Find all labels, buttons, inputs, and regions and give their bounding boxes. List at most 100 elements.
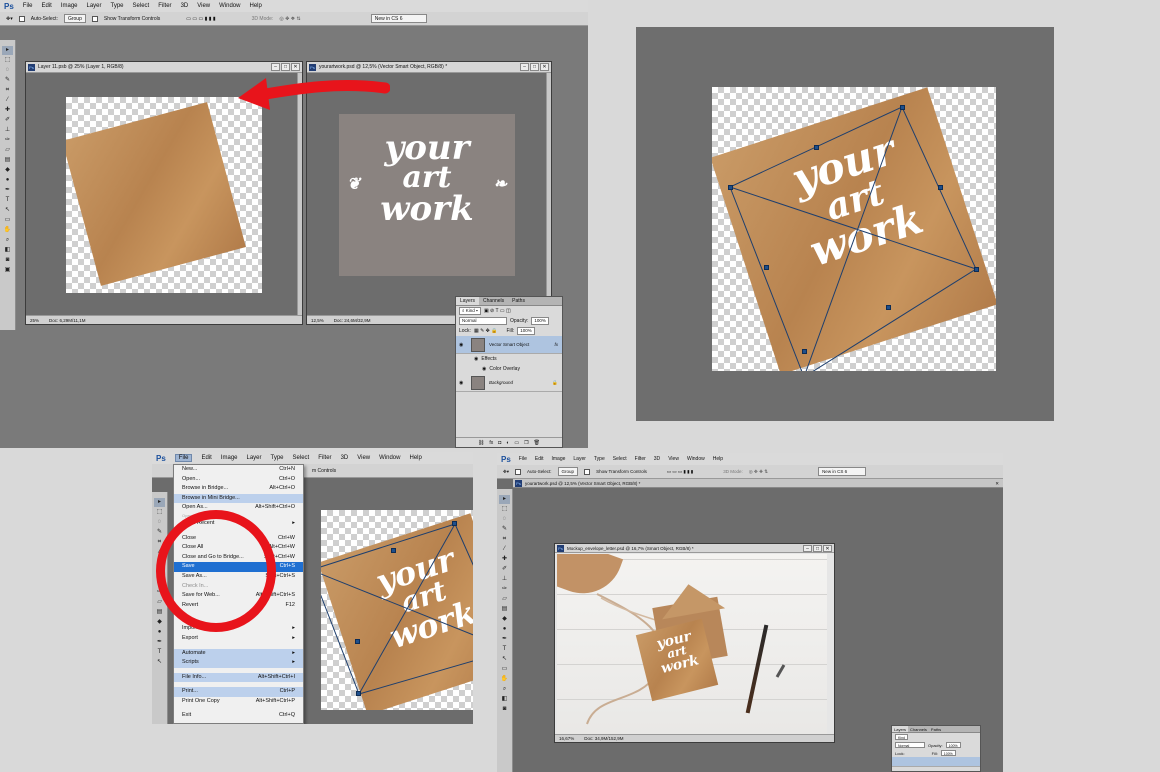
close-button[interactable]: ✕ <box>823 545 832 552</box>
menu-window[interactable]: Window <box>687 456 705 462</box>
type-tool[interactable]: T <box>154 648 165 657</box>
doc-size[interactable]: Doc: 24,6M/32,9M <box>334 316 371 324</box>
minimize-button[interactable]: – <box>803 545 812 552</box>
transform-handle[interactable] <box>814 145 819 150</box>
marquee-tool[interactable]: ⬚ <box>2 56 13 65</box>
crop-tool[interactable]: ⌗ <box>499 535 510 544</box>
eyedropper-tool[interactable]: ⁄ <box>2 96 13 105</box>
move-tool-icon[interactable]: ✥▾ <box>6 16 13 22</box>
brush-tool[interactable]: ✐ <box>2 116 13 125</box>
opacity-input[interactable]: 100% <box>531 317 549 325</box>
tab-channels[interactable]: Channels <box>479 297 508 305</box>
history-brush-tool[interactable]: ✑ <box>2 136 13 145</box>
move-tool[interactable]: ▸ <box>154 498 165 507</box>
history-brush-tool[interactable]: ✑ <box>499 585 510 594</box>
menu-image[interactable]: Image <box>61 3 78 9</box>
menu-item-print[interactable]: Print... Ctrl+P <box>174 687 303 697</box>
menu-3d[interactable]: 3D <box>654 456 660 462</box>
zoom-level[interactable]: 25% <box>30 316 39 324</box>
gradient-tool[interactable]: ▤ <box>499 605 510 614</box>
menu-file[interactable]: File <box>174 454 193 462</box>
blur-tool[interactable]: ◆ <box>154 618 165 627</box>
menu-window[interactable]: Window <box>379 455 400 461</box>
quick-mask-tool[interactable]: ◙ <box>2 256 13 265</box>
menu-3d[interactable]: 3D <box>341 455 349 461</box>
link-icon[interactable]: ⛓ <box>478 438 484 447</box>
canvas[interactable] <box>66 97 262 293</box>
show-transform-checkbox[interactable] <box>584 468 591 475</box>
canvas[interactable]: your art work <box>321 510 473 710</box>
eraser-tool[interactable]: ▱ <box>499 595 510 604</box>
color-swatches[interactable]: ◧ <box>499 695 510 704</box>
transform-handle[interactable] <box>391 548 396 553</box>
kind-filter[interactable]: ⌕ Kind ▾ <box>459 307 481 315</box>
menu-type[interactable]: Type <box>271 455 284 461</box>
menu-type[interactable]: Type <box>111 3 124 9</box>
menu-view[interactable]: View <box>197 3 210 9</box>
menu-item-exit[interactable]: Exit Ctrl+Q <box>174 711 303 721</box>
path-select-tool[interactable]: ↖ <box>499 655 510 664</box>
transform-handle[interactable] <box>728 185 733 190</box>
pen-tool[interactable]: ✒ <box>154 638 165 647</box>
canvas[interactable]: your art work <box>712 87 996 371</box>
transform-handle[interactable] <box>355 639 360 644</box>
layer-row[interactable] <box>892 757 980 767</box>
transform-handle[interactable] <box>356 691 361 696</box>
menu-edit[interactable]: Edit <box>535 456 544 462</box>
menu-item-file-info[interactable]: File Info... Alt+Shift+Ctrl+I <box>174 672 303 683</box>
menu-help[interactable]: Help <box>409 455 421 461</box>
artwork-canvas[interactable]: your art work ❦ ❧ <box>339 114 515 276</box>
menu-item-open[interactable]: Open... Ctrl+O <box>174 475 303 485</box>
blend-mode-select[interactable]: Normal <box>895 742 925 748</box>
menu-filter[interactable]: Filter <box>318 455 331 461</box>
blur-tool[interactable]: ◆ <box>499 615 510 624</box>
transform-handle[interactable] <box>802 349 807 354</box>
gradient-tool[interactable]: ▤ <box>154 608 165 617</box>
align-icons[interactable]: ▭ ▭ ▭ ▮ ▮ ▮ <box>667 469 693 475</box>
lock-icons[interactable]: ▦ ✎ ✥ 🔒 <box>474 328 498 334</box>
eye-icon[interactable]: ◉ <box>459 380 467 386</box>
menu-file[interactable]: File <box>23 3 33 9</box>
eye-icon[interactable]: ◉ <box>482 366 486 372</box>
menu-view[interactable]: View <box>357 455 370 461</box>
menu-select[interactable]: Select <box>133 3 150 9</box>
trash-icon[interactable]: 🗑 <box>534 438 540 447</box>
menu-item-export[interactable]: Export ▸ <box>174 634 303 644</box>
effects-row[interactable]: ◉ Effects <box>456 354 562 364</box>
eye-icon[interactable]: ◉ <box>459 342 467 348</box>
show-transform-checkbox[interactable] <box>91 15 98 22</box>
transform-bounding-box[interactable] <box>712 87 996 371</box>
opacity-input[interactable]: 100% <box>945 742 961 748</box>
group-select[interactable]: Group <box>557 467 579 476</box>
close-button[interactable]: ✕ <box>540 63 549 71</box>
hand-tool[interactable]: ✋ <box>2 226 13 235</box>
group-select[interactable]: Group <box>63 14 86 23</box>
menu-type[interactable]: Type <box>594 456 605 462</box>
menu-filter[interactable]: Filter <box>635 456 646 462</box>
healing-tool[interactable]: ✚ <box>499 555 510 564</box>
lasso-tool[interactable]: ◌ <box>154 518 165 527</box>
lasso-tool[interactable]: ◌ <box>499 515 510 524</box>
marquee-tool[interactable]: ⬚ <box>499 505 510 514</box>
menu-item-browse-in-mini-bridge[interactable]: Browse in Mini Bridge... <box>174 493 303 504</box>
align-icons[interactable]: ▭ ▭ ▭ ▮ ▮ ▮ <box>186 16 215 22</box>
transform-handle[interactable] <box>764 265 769 270</box>
menu-item-new[interactable]: New... Ctrl+N <box>174 465 303 475</box>
menu-layer[interactable]: Layer <box>87 3 102 9</box>
quick-select-tool[interactable]: ✎ <box>499 525 510 534</box>
auto-select-checkbox[interactable] <box>515 468 522 475</box>
folder-icon[interactable]: ▭ <box>514 438 519 447</box>
filter-icons[interactable]: ▣ ⊘ T ▭ ◫ <box>484 308 511 314</box>
layer-row-background[interactable]: ◉ Background 🔒 <box>456 374 562 392</box>
3d-icons[interactable]: ◎ ✥ ❖ ⇅ <box>279 16 300 22</box>
marquee-tool[interactable]: ⬚ <box>154 508 165 517</box>
new-layer-icon[interactable]: ❐ <box>524 438 528 447</box>
doc-size[interactable]: Doc: 6,29M/11,1M <box>49 316 85 324</box>
quick-select-tool[interactable]: ✎ <box>2 76 13 85</box>
move-tool-icon[interactable]: ✥▾ <box>503 469 509 475</box>
tab-paths[interactable]: Paths <box>929 726 943 732</box>
mask-icon[interactable]: ◘ <box>498 438 501 447</box>
menu-layer[interactable]: Layer <box>247 455 262 461</box>
fill-input[interactable]: 100% <box>940 750 956 756</box>
blend-mode-select[interactable]: Normal <box>459 317 507 325</box>
